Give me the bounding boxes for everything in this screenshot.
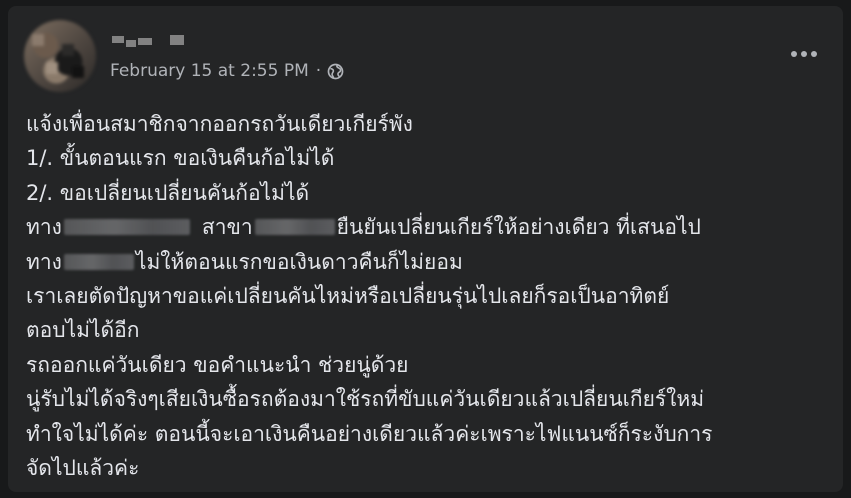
post-line-5-prefix: ทาง (26, 249, 62, 274)
post-line-4-rest: ยืนยันเปลี่ยนเกียร์ให้อย่างเดียว ที่เสนอ… (336, 215, 701, 240)
post-line-5: ทาง ไม่ให้ตอนแรกขอเงินดาวคืนก็ไม่ยอม (26, 245, 830, 279)
post-card: February 15 at 2:55 PM · แจ้งเพื่อนสมาชิ… (8, 6, 843, 492)
post-line-3: 2/. ขอเปลี่ยนเปลี่ยนคันก้อไม่ได้ (26, 180, 310, 205)
globe-icon[interactable] (327, 63, 344, 80)
meta-separator: · (315, 61, 322, 81)
post-meta: February 15 at 2:55 PM · (110, 61, 344, 81)
redacted-branch-name (254, 219, 335, 236)
post-line-11: จัดไปแล้วค่ะ (26, 455, 140, 480)
post-line-4: ทาง สาขา ยืนยันเปลี่ยนเกียร์ให้อย่างเดีย… (26, 210, 830, 244)
post-line-4-prefix: ทาง (26, 215, 62, 240)
redacted-dealer-name (63, 219, 190, 236)
post-line-5-rest: ไม่ให้ตอนแรกขอเงินดาวคืนก็ไม่ยอม (135, 249, 463, 274)
author-avatar[interactable] (24, 20, 96, 92)
post-line-1: แจ้งเพื่อนสมาชิกจากออกรถวันเดียวเกียร์พั… (26, 112, 413, 136)
author-name-redacted[interactable] (110, 32, 192, 54)
author-name (110, 32, 111, 33)
post-text: แจ้งเพื่อนสมาชิกจากออกรถวันเดียวเกียร์พั… (26, 107, 830, 485)
post-line-4-branch: สาขา (201, 215, 253, 240)
more-options-button[interactable] (787, 42, 821, 66)
post-line-2: 1/. ขั้นตอนแรก ขอเงินคืนก้อไม่ได้ (26, 146, 335, 171)
post-line-7: ตอบไม่ได้อีก (26, 318, 140, 343)
more-horizontal-icon (791, 51, 797, 57)
redacted-company-name (63, 253, 134, 270)
post-line-9: นู่รับไม่ได้จริงๆเสียเงินซื้อรถต้องมาใช้… (26, 387, 705, 412)
post-line-8: รถออกแค่วันเดียว ขอคำแนะนำ ช่วยนู่ด้วย (26, 352, 409, 377)
post-timestamp[interactable]: February 15 at 2:55 PM (110, 61, 309, 81)
post-line-10: ทำใจไม่ได้ค่ะ ตอนนี้จะเอาเงินคืนอย่างเดี… (26, 421, 713, 446)
post-line-6: เราเลยตัดปัญหาขอแค่เปลี่ยนคันไหม่หรือเปล… (26, 283, 670, 308)
